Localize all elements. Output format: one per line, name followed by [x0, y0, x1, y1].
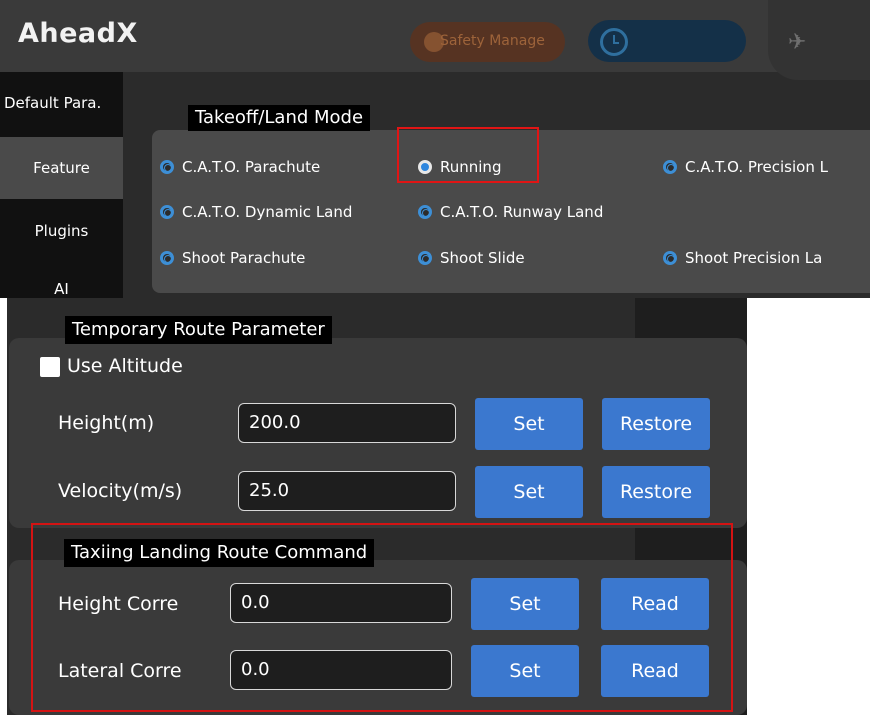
title-bar: AheadX Safety Manage ✈	[0, 0, 870, 80]
radio-off-icon	[160, 251, 174, 265]
radio-cato-precision-land[interactable]: C.A.T.O. Precision L	[663, 154, 828, 180]
radio-label: Shoot Precision La	[685, 249, 823, 267]
radio-off-icon	[160, 205, 174, 219]
height-label: Height(m)	[58, 412, 155, 434]
use-altitude-checkbox[interactable]	[40, 357, 60, 377]
height-input[interactable]: 200.0	[238, 403, 456, 443]
radio-cato-parachute[interactable]: C.A.T.O. Parachute	[160, 154, 320, 180]
airplane-icon: ✈	[788, 30, 807, 55]
sidebar-item-label: AI	[54, 280, 69, 298]
radio-shoot-slide[interactable]: Shoot Slide	[418, 245, 525, 271]
sidebar-item-label: Plugins	[34, 222, 89, 240]
velocity-label: Velocity(m/s)	[58, 480, 183, 502]
safety-manage-label: Safety Manage	[440, 33, 545, 49]
sidebar-item-label: Feature	[33, 159, 90, 177]
radio-shoot-precision-land[interactable]: Shoot Precision La	[663, 245, 822, 271]
radio-off-icon	[418, 205, 432, 219]
radio-label: C.A.T.O. Parachute	[182, 158, 321, 176]
radio-cato-runway-land[interactable]: C.A.T.O. Runway Land	[418, 199, 603, 225]
use-altitude-label: Use Altitude	[67, 355, 183, 377]
height-set-button[interactable]: Set	[475, 398, 583, 450]
radio-off-icon	[663, 251, 677, 265]
top-window: AheadX Safety Manage ✈ Default Para. Fea…	[0, 0, 870, 298]
radio-off-icon	[418, 251, 432, 265]
velocity-restore-button[interactable]: Restore	[602, 466, 710, 518]
radio-shoot-parachute[interactable]: Shoot Parachute	[160, 245, 305, 271]
safety-manage-button[interactable]: Safety Manage	[410, 22, 565, 62]
clock-icon	[600, 28, 628, 56]
radio-label: C.A.T.O. Runway Land	[440, 203, 604, 221]
radio-label: C.A.T.O. Dynamic Land	[182, 203, 353, 221]
radio-cato-dynamic-land[interactable]: C.A.T.O. Dynamic Land	[160, 199, 352, 225]
sidebar: Default Para. Feature Plugins AI	[0, 72, 123, 298]
timer-button[interactable]	[588, 20, 746, 62]
sidebar-item-label: Default Para.	[4, 94, 102, 112]
running-highlight-box	[397, 127, 539, 183]
sidebar-item-ai[interactable]: AI	[0, 262, 123, 298]
velocity-input[interactable]: 25.0	[238, 471, 456, 511]
radio-off-icon	[663, 160, 677, 174]
sidebar-item-default-para[interactable]: Default Para.	[0, 72, 123, 134]
sidebar-item-feature[interactable]: Feature	[0, 137, 123, 199]
radio-label: C.A.T.O. Precision L	[685, 158, 828, 176]
aircraft-button[interactable]: ✈	[768, 0, 870, 80]
radio-label: Shoot Parachute	[182, 249, 306, 267]
temporary-route-title: Temporary Route Parameter	[65, 316, 332, 344]
takeoff-land-mode-title: Takeoff/Land Mode	[188, 105, 371, 131]
radio-label: Shoot Slide	[440, 249, 525, 267]
taxiing-landing-highlight-box	[31, 523, 733, 712]
height-restore-button[interactable]: Restore	[602, 398, 710, 450]
radio-off-icon	[160, 160, 174, 174]
sidebar-item-plugins[interactable]: Plugins	[0, 200, 123, 262]
app-logo: AheadX	[18, 18, 138, 49]
velocity-set-button[interactable]: Set	[475, 466, 583, 518]
